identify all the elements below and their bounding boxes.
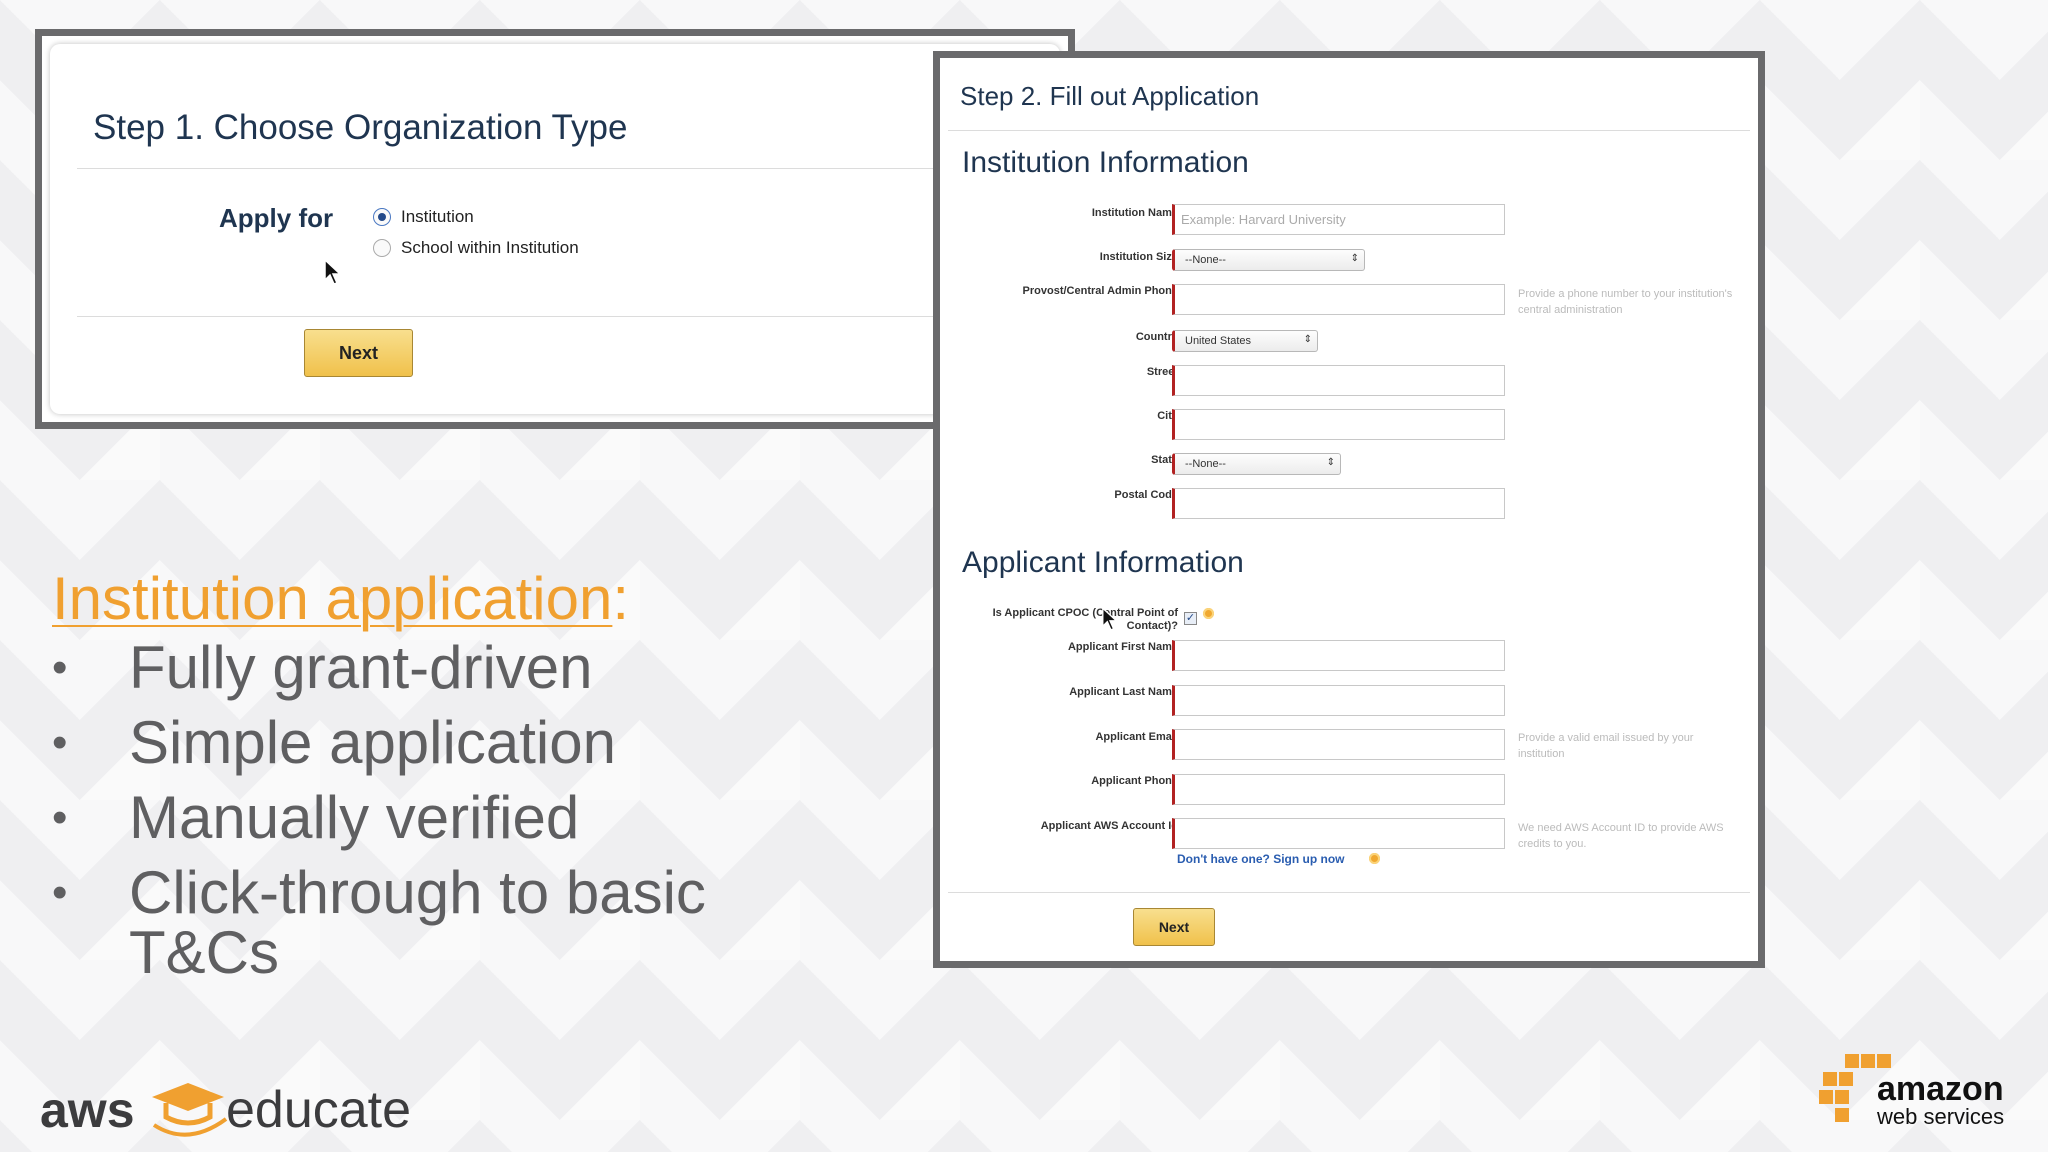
mouse-cursor-icon xyxy=(324,258,342,285)
last-name-label: Applicant Last Name xyxy=(1069,686,1178,698)
divider xyxy=(948,130,1750,131)
divider xyxy=(948,892,1750,893)
apply-for-label: Apply for xyxy=(219,203,334,233)
step1-next-button[interactable]: Next xyxy=(304,329,413,377)
first-name-input[interactable] xyxy=(1172,640,1505,671)
radio-unselected-icon[interactable] xyxy=(373,239,391,257)
aws-word: aws xyxy=(40,1082,135,1138)
help-icon[interactable] xyxy=(1203,608,1214,619)
step2-next-button[interactable]: Next xyxy=(1133,908,1215,946)
institution-section-heading: Institution Information xyxy=(962,146,1249,179)
webservices-word: web services xyxy=(1876,1104,2004,1129)
step2-title: Step 2. Fill out Application xyxy=(960,81,1260,111)
slide-headline: Institution application: xyxy=(52,564,629,633)
bullet-list: Fully grant-driven Simple application Ma… xyxy=(52,638,829,998)
amazon-web-services-logo: amazon web services xyxy=(1819,1054,2004,1129)
aws-account-id-input[interactable] xyxy=(1172,818,1505,849)
radio-institution[interactable]: Institution xyxy=(373,207,474,227)
graduation-cap-icon xyxy=(152,1083,228,1137)
postal-code-label: Postal Code xyxy=(1114,489,1178,501)
phone-label: Applicant Phone xyxy=(1091,775,1178,787)
select-arrows-icon: ⇕ xyxy=(1350,253,1359,264)
applicant-section-heading: Applicant Information xyxy=(962,546,1244,579)
country-select[interactable]: United States ⇕ xyxy=(1172,330,1318,352)
institution-name-label: Institution Name xyxy=(1091,207,1178,219)
step1-screenshot: Step 1. Choose Organization Type Apply f… xyxy=(35,29,1075,429)
select-arrows-icon: ⇕ xyxy=(1326,457,1335,468)
phone-input[interactable] xyxy=(1172,774,1505,805)
aws-account-id-label: Applicant AWS Account Id xyxy=(1040,820,1178,832)
email-input[interactable] xyxy=(1172,729,1505,760)
email-hint: Provide a valid email issued by your ins… xyxy=(1518,732,1694,760)
cpoc-label: Is Applicant CPOC (Central Point of Cont… xyxy=(992,607,1178,632)
country-value: United States xyxy=(1185,335,1252,347)
institution-size-label: Institution Size xyxy=(1099,251,1178,263)
bullet-item: Fully grant-driven xyxy=(52,638,829,699)
divider xyxy=(77,316,1060,317)
headline-colon: : xyxy=(612,565,630,632)
step2-screenshot: Step 2. Fill out Application Institution… xyxy=(933,51,1765,968)
educate-word: educate xyxy=(226,1081,411,1139)
aws-account-id-hint: We need AWS Account ID to provide AWS cr… xyxy=(1518,822,1724,850)
help-icon[interactable] xyxy=(1369,853,1380,864)
institution-size-select[interactable]: --None-- ⇕ xyxy=(1172,249,1365,271)
cpoc-checkbox[interactable]: ✓ xyxy=(1184,612,1197,625)
signup-link[interactable]: Don't have one? Sign up now xyxy=(1177,852,1345,866)
aws-educate-logo: aws educate xyxy=(40,1081,411,1139)
radio-school-label: School within Institution xyxy=(401,238,579,257)
last-name-input[interactable] xyxy=(1172,685,1505,716)
state-value: --None-- xyxy=(1185,458,1226,470)
step1-panel: Step 1. Choose Organization Type Apply f… xyxy=(50,44,1060,414)
headline-text: Institution application xyxy=(52,565,613,632)
provost-phone-input[interactable] xyxy=(1172,284,1505,315)
radio-institution-label: Institution xyxy=(401,207,474,226)
bullet-item: Click-through to basic T&Cs xyxy=(52,863,829,983)
street-input[interactable] xyxy=(1172,365,1505,396)
institution-size-value: --None-- xyxy=(1185,254,1226,266)
radio-selected-icon[interactable] xyxy=(373,208,391,226)
mouse-cursor-icon xyxy=(1102,606,1119,631)
email-label: Applicant Email xyxy=(1095,731,1178,743)
bullet-item: Simple application xyxy=(52,713,829,774)
state-select[interactable]: --None-- ⇕ xyxy=(1172,453,1341,475)
select-arrows-icon: ⇕ xyxy=(1303,334,1312,345)
divider xyxy=(77,168,1060,169)
postal-code-input[interactable] xyxy=(1172,488,1505,519)
provost-phone-hint: Provide a phone number to your instituti… xyxy=(1518,288,1733,316)
provost-phone-label: Provost/Central Admin Phone xyxy=(1022,285,1178,297)
city-input[interactable] xyxy=(1172,409,1505,440)
first-name-label: Applicant First Name xyxy=(1067,641,1178,653)
radio-school-within-institution[interactable]: School within Institution xyxy=(373,238,579,258)
step1-title: Step 1. Choose Organization Type xyxy=(93,108,628,147)
institution-name-input[interactable]: Example: Harvard University xyxy=(1172,204,1505,235)
bullet-item: Manually verified xyxy=(52,788,829,849)
amazon-word: amazon xyxy=(1877,1070,2004,1108)
